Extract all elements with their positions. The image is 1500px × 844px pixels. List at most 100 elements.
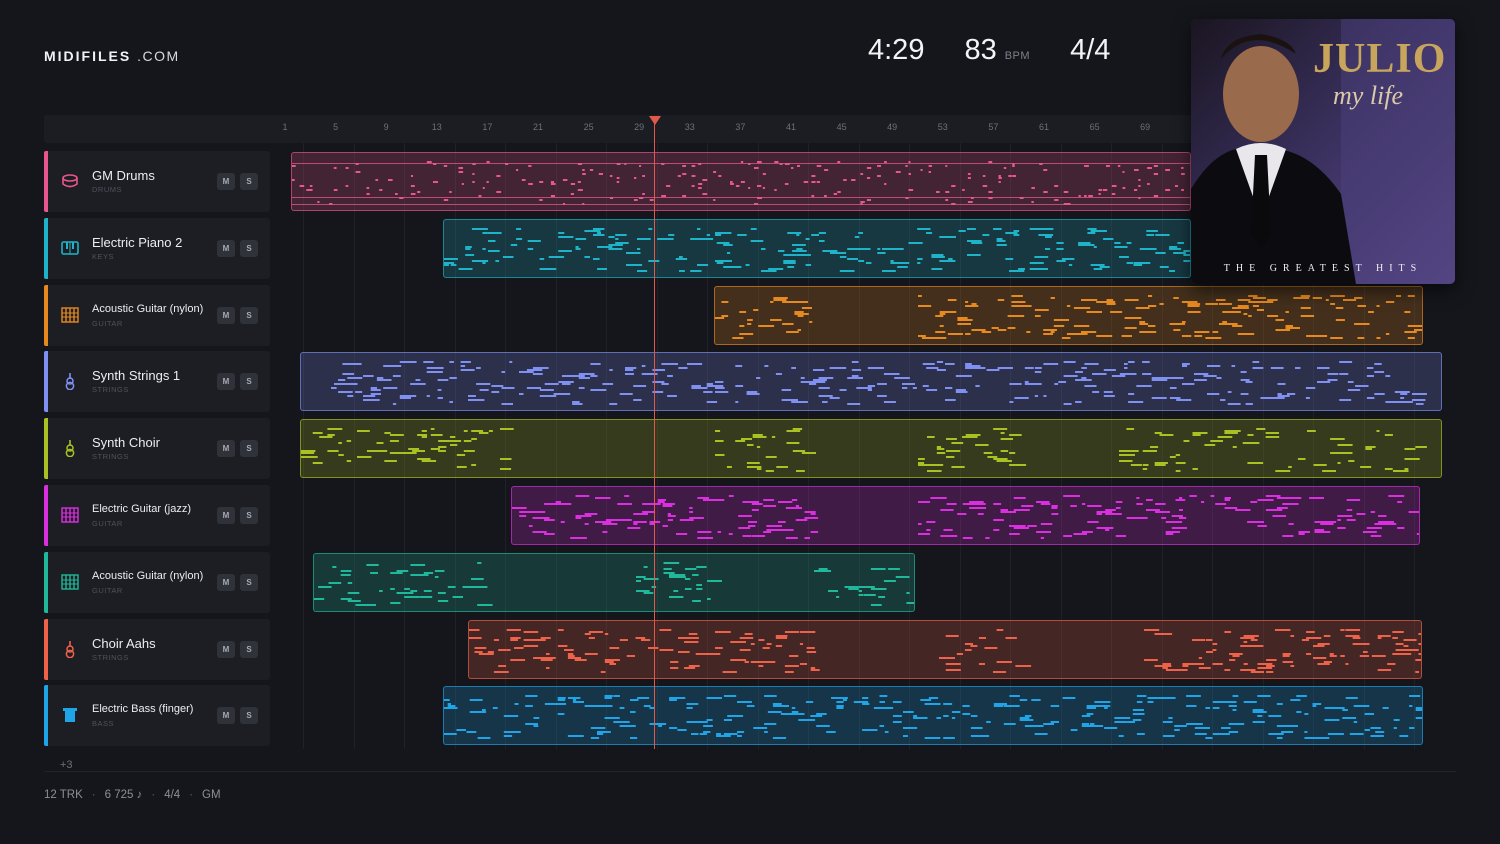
solo-button[interactable]: S bbox=[240, 306, 258, 324]
mute-button[interactable]: M bbox=[217, 707, 235, 725]
strings-icon bbox=[61, 640, 79, 658]
ruler-tick: 41 bbox=[785, 122, 797, 132]
midi-region[interactable] bbox=[443, 686, 1423, 746]
track-header[interactable]: GM Drums DRUMS M S bbox=[44, 151, 270, 212]
track-header[interactable]: Synth Choir STRINGS M S bbox=[44, 418, 270, 480]
drum-icon bbox=[61, 172, 79, 190]
mute-button[interactable]: M bbox=[217, 173, 235, 190]
album-title: JULIO bbox=[1313, 36, 1447, 82]
brand-name: MIDIFILES bbox=[44, 48, 132, 64]
track-category: STRINGS bbox=[92, 452, 129, 462]
mute-button[interactable]: M bbox=[217, 440, 235, 458]
track-color-stripe bbox=[44, 217, 48, 279]
tempo-value: 83 bbox=[964, 34, 997, 66]
track-category: STRINGS bbox=[92, 385, 129, 395]
midi-region[interactable] bbox=[300, 352, 1442, 412]
track-header[interactable]: Choir Aahs STRINGS M S bbox=[44, 618, 270, 680]
track-header[interactable]: Electric Bass (finger) BASS M S bbox=[44, 685, 270, 747]
track-category: BASS bbox=[92, 719, 115, 729]
solo-button[interactable]: S bbox=[240, 707, 258, 725]
guitar-fretboard-icon bbox=[61, 306, 79, 324]
midi-region[interactable] bbox=[511, 486, 1420, 545]
ruler-tick: 25 bbox=[583, 122, 594, 132]
solo-button[interactable]: S bbox=[240, 640, 258, 658]
note-pattern bbox=[512, 495, 1419, 539]
tempo-unit: BPM bbox=[1004, 50, 1031, 62]
track-name: Electric Piano 2 bbox=[92, 234, 183, 250]
note-pattern bbox=[331, 361, 1427, 406]
note-pattern bbox=[444, 227, 1190, 272]
footer-divider bbox=[44, 771, 1456, 772]
mute-button[interactable]: M bbox=[217, 507, 235, 524]
ruler-tick: 33 bbox=[684, 122, 695, 132]
track-header[interactable]: Acoustic Guitar (nylon) GUITAR M S bbox=[44, 284, 270, 346]
solo-button[interactable]: S bbox=[240, 440, 258, 458]
brand-logo: MIDIFILES .COM bbox=[44, 48, 180, 64]
track-color-stripe bbox=[44, 618, 48, 680]
solo-button[interactable]: S bbox=[240, 173, 258, 190]
track-color-stripe bbox=[44, 418, 48, 480]
solo-button[interactable]: S bbox=[240, 373, 258, 391]
ruler-tick: 1 bbox=[282, 122, 288, 132]
track-category: STRINGS bbox=[92, 652, 129, 662]
playhead[interactable] bbox=[654, 117, 655, 749]
guitar-fretboard-icon bbox=[61, 506, 79, 524]
ruler-tick: 5 bbox=[333, 122, 339, 132]
midi-region[interactable] bbox=[300, 419, 1442, 479]
track-color-stripe bbox=[44, 284, 48, 346]
track-color-stripe bbox=[44, 485, 48, 546]
track-header[interactable]: Synth Strings 1 STRINGS M S bbox=[44, 351, 270, 413]
piano-icon bbox=[61, 239, 79, 257]
track-color-stripe bbox=[44, 685, 48, 747]
midi-region[interactable] bbox=[291, 152, 1191, 211]
album-subtitle: my life bbox=[1333, 81, 1404, 110]
mute-button[interactable]: M bbox=[217, 640, 235, 658]
track-color-stripe bbox=[44, 151, 48, 212]
mute-button[interactable]: M bbox=[217, 573, 235, 591]
more-tracks-indicator[interactable]: +3 bbox=[60, 759, 73, 771]
track-header[interactable]: Acoustic Guitar (nylon) GUITAR M S bbox=[44, 551, 270, 613]
mute-button[interactable]: M bbox=[217, 239, 235, 257]
solo-button[interactable]: S bbox=[240, 507, 258, 524]
note-pattern bbox=[715, 294, 1422, 339]
solo-button[interactable]: S bbox=[240, 239, 258, 257]
footer-standard: GM bbox=[202, 789, 221, 801]
track-name: GM Drums bbox=[92, 168, 155, 183]
midi-region[interactable] bbox=[443, 218, 1191, 278]
track-count: 12 TRK bbox=[44, 789, 83, 801]
ruler-tick: 17 bbox=[482, 122, 493, 132]
midi-region[interactable] bbox=[714, 285, 1423, 345]
midi-region[interactable] bbox=[313, 552, 915, 612]
midi-region[interactable] bbox=[468, 619, 1422, 679]
track-name: Synth Strings 1 bbox=[92, 368, 181, 384]
note-count: 6 725 ♪ bbox=[104, 789, 143, 801]
mute-button[interactable]: M bbox=[217, 373, 235, 391]
strings-icon bbox=[61, 439, 79, 458]
playhead-marker[interactable] bbox=[649, 116, 661, 125]
track-category: DRUMS bbox=[92, 185, 122, 194]
footer-meter: 4/4 bbox=[164, 789, 181, 801]
note-pattern bbox=[292, 161, 1190, 205]
note-pattern bbox=[469, 628, 1421, 673]
ruler-tick: 13 bbox=[431, 122, 442, 132]
ruler-tick: 29 bbox=[634, 122, 645, 132]
track-name: Choir Aahs bbox=[92, 635, 156, 651]
album-caption: THE GREATEST HITS bbox=[1223, 263, 1423, 274]
solo-button[interactable]: S bbox=[240, 573, 258, 591]
ruler-tick: 69 bbox=[1140, 122, 1151, 132]
ruler-tick: 37 bbox=[735, 122, 746, 132]
track-header[interactable]: Electric Guitar (jazz) GUITAR M S bbox=[44, 485, 270, 546]
bass-icon bbox=[61, 706, 79, 724]
note-pattern bbox=[444, 695, 1422, 740]
song-duration: 4:29 bbox=[868, 34, 925, 66]
track-color-stripe bbox=[44, 551, 48, 613]
mute-button[interactable]: M bbox=[217, 306, 235, 324]
strings-icon bbox=[61, 372, 79, 391]
track-header[interactable]: Electric Piano 2 KEYS M S bbox=[44, 217, 270, 279]
track-category: GUITAR bbox=[92, 585, 123, 595]
ruler-tick: 57 bbox=[988, 122, 999, 132]
footer-summary: 12 TRK · 6 725 ♪ · 4/4 · GM bbox=[44, 789, 221, 801]
album-cover: JULIO my life THE GREATEST HITS bbox=[1191, 19, 1455, 284]
ruler-tick: 61 bbox=[1038, 122, 1050, 132]
brand-suffix: .COM bbox=[137, 48, 180, 64]
